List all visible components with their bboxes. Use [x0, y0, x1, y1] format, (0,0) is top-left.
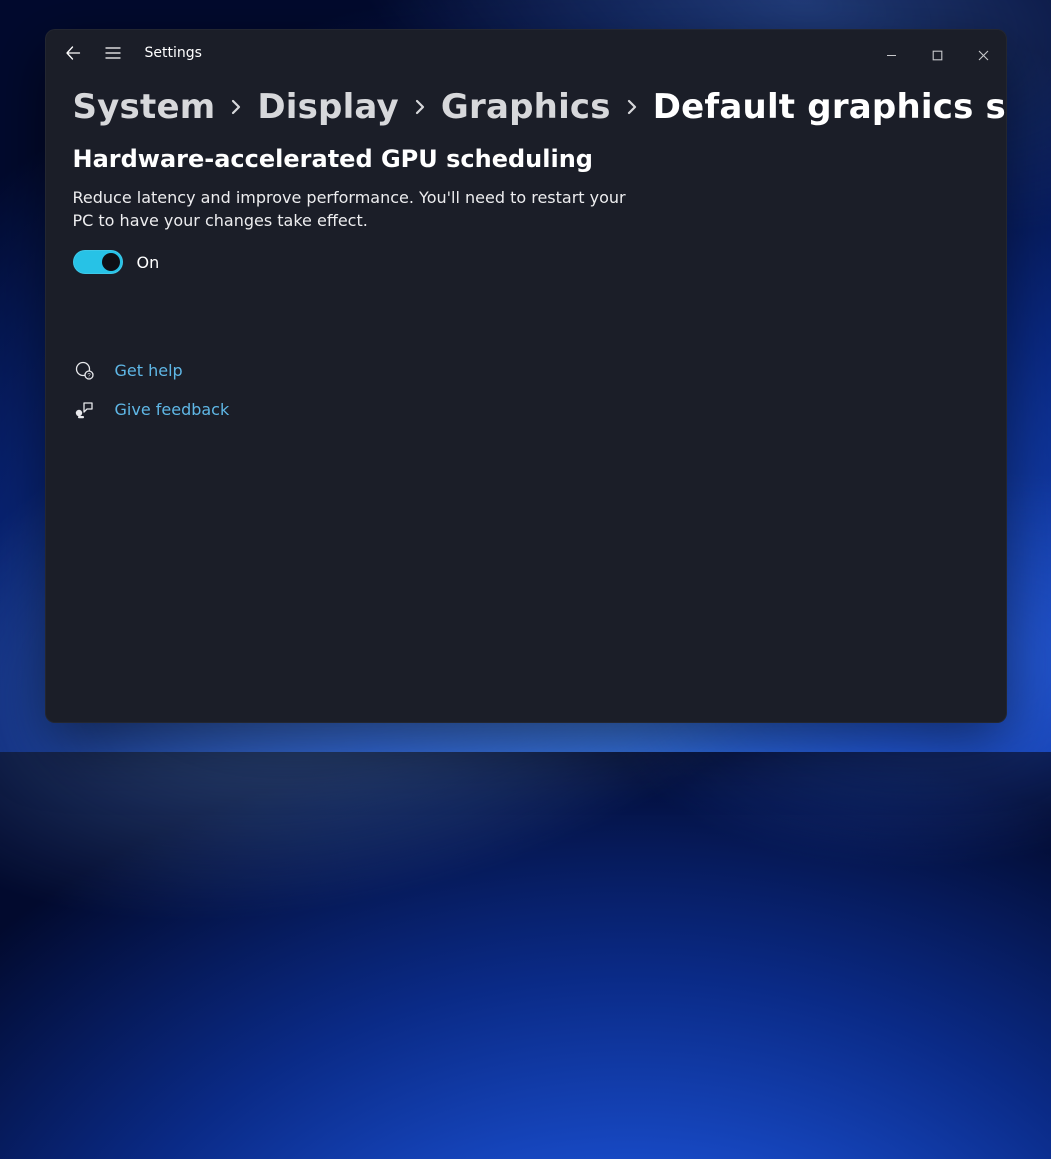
- toggle-knob: [102, 253, 120, 271]
- chevron-right-icon: [413, 97, 427, 117]
- give-feedback-link[interactable]: Give feedback: [73, 400, 983, 419]
- minimize-button[interactable]: [869, 38, 915, 72]
- minimize-icon: [886, 50, 897, 61]
- toggle-state-label: On: [137, 253, 160, 272]
- titlebar: Settings: [45, 29, 1007, 77]
- maximize-icon: [932, 50, 943, 61]
- get-help-label: Get help: [115, 361, 183, 380]
- breadcrumb-graphics[interactable]: Graphics: [441, 87, 611, 127]
- gpu-scheduling-toggle[interactable]: [73, 250, 123, 274]
- page-content: System Display Graphics Default graphics…: [45, 77, 1007, 723]
- maximize-button[interactable]: [915, 38, 961, 72]
- window-controls: [869, 34, 1007, 72]
- get-help-link[interactable]: ? Get help: [73, 360, 983, 380]
- settings-window: Settings System Display Graphics Default…: [45, 29, 1007, 723]
- close-icon: [978, 50, 989, 61]
- app-title: Settings: [145, 45, 202, 61]
- arrow-left-icon: [65, 45, 81, 61]
- gpu-scheduling-toggle-row: On: [73, 250, 983, 274]
- nav-menu-button[interactable]: [93, 33, 133, 73]
- close-button[interactable]: [961, 38, 1007, 72]
- section-heading: Hardware-accelerated GPU scheduling: [73, 145, 983, 173]
- breadcrumb: System Display Graphics Default graphics…: [73, 87, 983, 127]
- breadcrumb-current: Default graphics settings: [653, 87, 1007, 127]
- section-description: Reduce latency and improve performance. …: [73, 187, 633, 232]
- breadcrumb-display[interactable]: Display: [257, 87, 399, 127]
- help-links: ? Get help Give feedback: [73, 360, 983, 419]
- hamburger-icon: [105, 47, 121, 59]
- help-icon: ?: [73, 360, 95, 380]
- feedback-icon: [73, 401, 95, 419]
- breadcrumb-system[interactable]: System: [73, 87, 216, 127]
- chevron-right-icon: [229, 97, 243, 117]
- give-feedback-label: Give feedback: [115, 400, 230, 419]
- chevron-right-icon: [625, 97, 639, 117]
- back-button[interactable]: [53, 33, 93, 73]
